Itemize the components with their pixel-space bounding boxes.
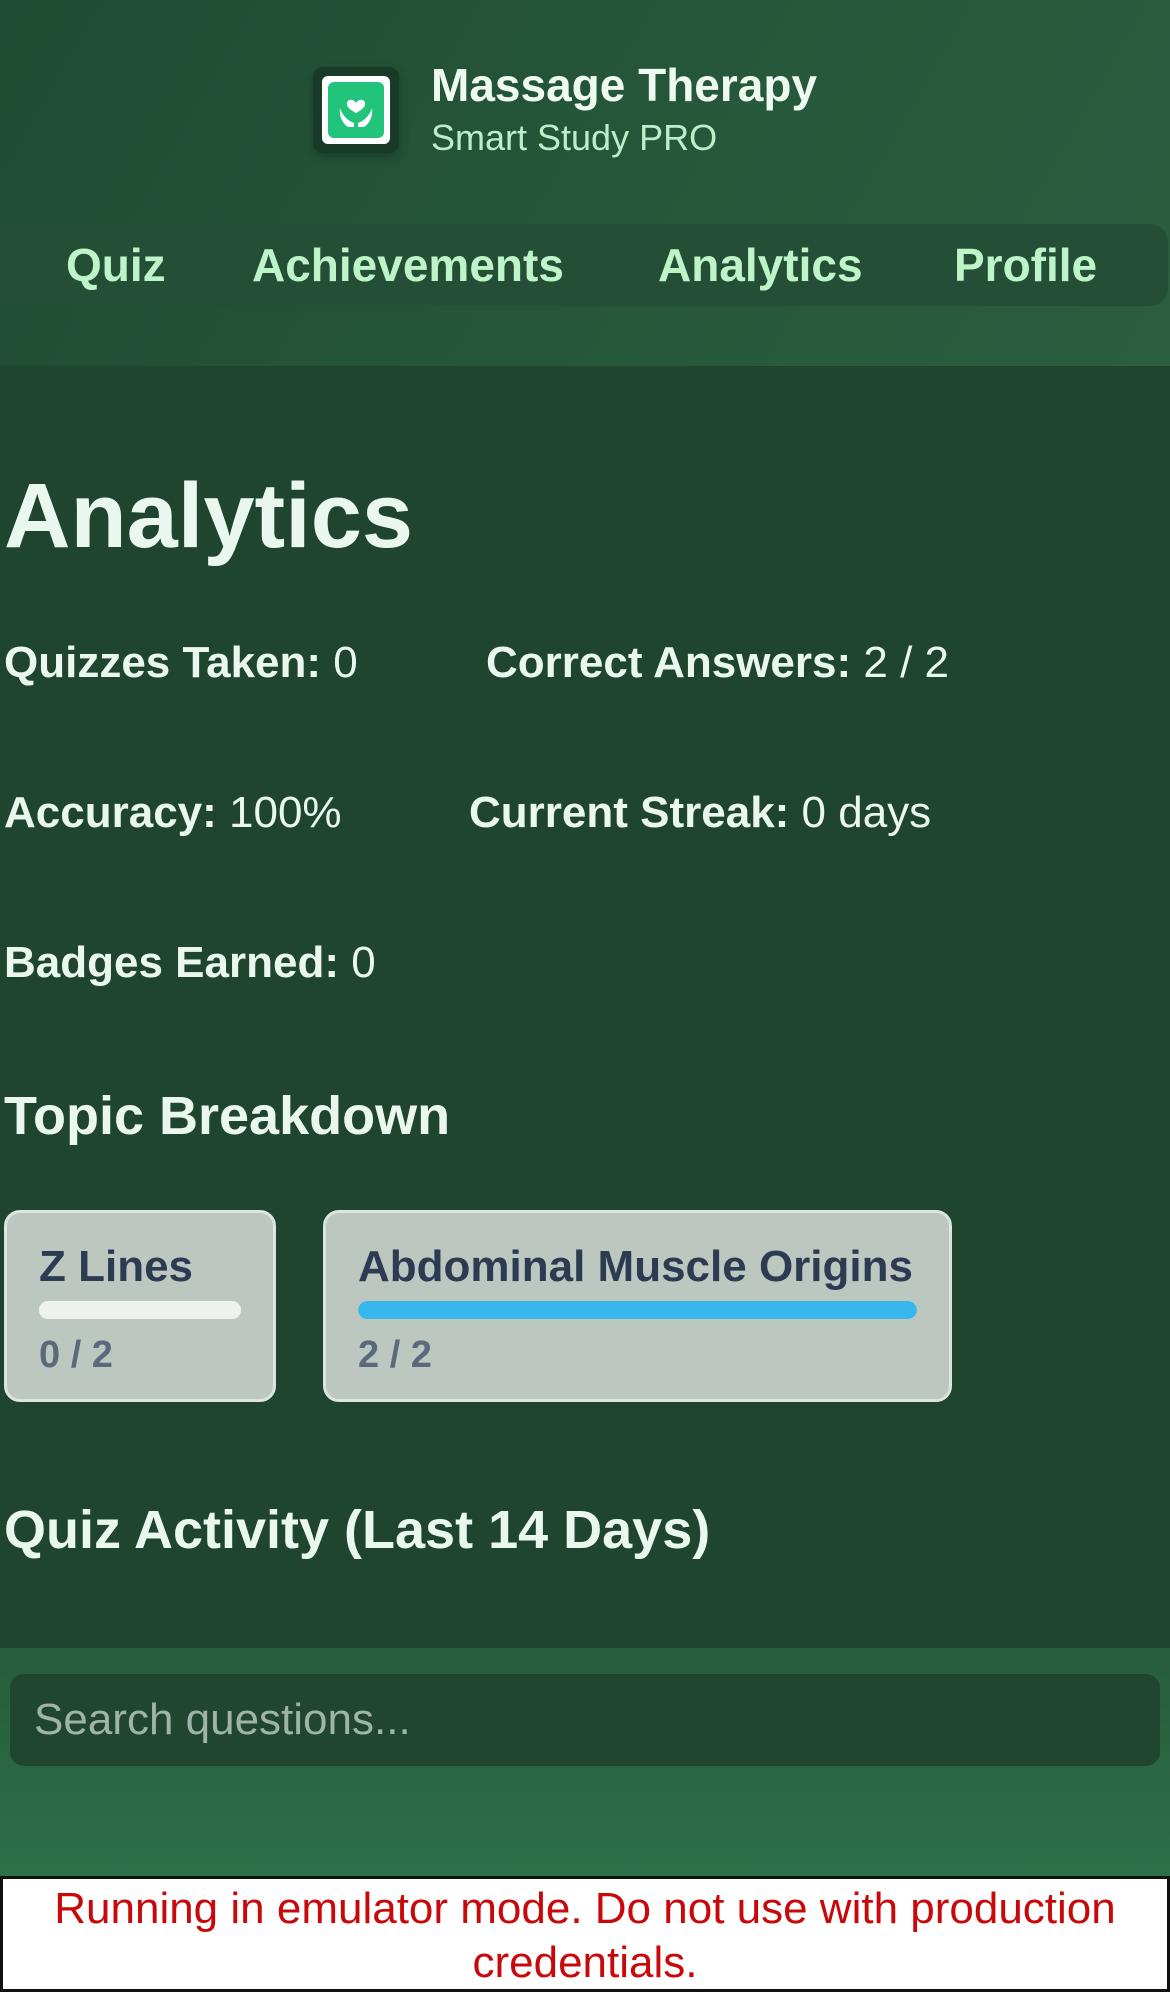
nav-tab-analytics[interactable]: Analytics: [658, 224, 863, 306]
page-title: Analytics: [4, 465, 414, 567]
emulator-warning-banner: Running in emulator mode. Do not use wit…: [0, 1876, 1170, 1992]
search-input[interactable]: [10, 1674, 1160, 1766]
brand: Massage Therapy Smart Study PRO: [313, 58, 817, 162]
stat-quizzes-taken: Quizzes Taken: 0: [4, 637, 358, 689]
nav-tab-quiz[interactable]: Quiz: [66, 224, 166, 306]
topic-progress-track: [39, 1301, 241, 1319]
stat-label: Quizzes Taken:: [4, 638, 322, 687]
topic-progress-fill: [358, 1301, 917, 1319]
app-logo: [313, 67, 399, 153]
hands-heart-icon: [328, 82, 384, 138]
stat-value: 2 / 2: [863, 638, 950, 687]
topic-name: Abdominal Muscle Origins: [358, 1242, 913, 1291]
search-bar: [0, 1648, 1170, 1876]
topic-score: 0 / 2: [39, 1334, 113, 1376]
app-subtitle: Smart Study PRO: [431, 117, 718, 158]
nav-tab-achievements[interactable]: Achievements: [252, 224, 564, 306]
stat-correct-answers: Correct Answers: 2 / 2: [486, 637, 949, 689]
topic-name: Z Lines: [39, 1242, 194, 1291]
topic-card-abdominal-muscle-origins[interactable]: Abdominal Muscle Origins 2 / 2: [323, 1210, 952, 1402]
stat-label: Correct Answers:: [486, 638, 852, 687]
stat-current-streak: Current Streak: 0 days: [469, 787, 931, 839]
main-nav: Quiz Achievements Analytics Profile: [0, 224, 1168, 306]
stat-value: 100%: [229, 788, 342, 837]
stat-label: Badges Earned:: [4, 938, 339, 987]
topic-breakdown-heading: Topic Breakdown: [4, 1086, 451, 1146]
topic-card-z-lines[interactable]: Z Lines 0 / 2: [4, 1210, 276, 1402]
stat-value: 0 days: [801, 788, 932, 837]
analytics-panel: Analytics Quizzes Taken: 0 Correct Answe…: [0, 366, 1170, 1648]
stat-label: Accuracy:: [4, 788, 217, 837]
stat-badges-earned: Badges Earned: 0: [4, 937, 376, 989]
nav-tab-profile[interactable]: Profile: [954, 224, 1097, 306]
stat-value: 0: [333, 638, 358, 687]
stat-label: Current Streak:: [469, 788, 790, 837]
stat-accuracy: Accuracy: 100%: [4, 787, 342, 839]
quiz-activity-heading: Quiz Activity (Last 14 Days): [4, 1500, 711, 1560]
stat-value: 0: [351, 938, 376, 987]
topic-score: 2 / 2: [358, 1334, 432, 1376]
app-title: Massage Therapy: [431, 59, 818, 111]
app-header: Massage Therapy Smart Study PRO Quiz Ach…: [0, 0, 1170, 366]
topic-progress-track: [358, 1301, 917, 1319]
